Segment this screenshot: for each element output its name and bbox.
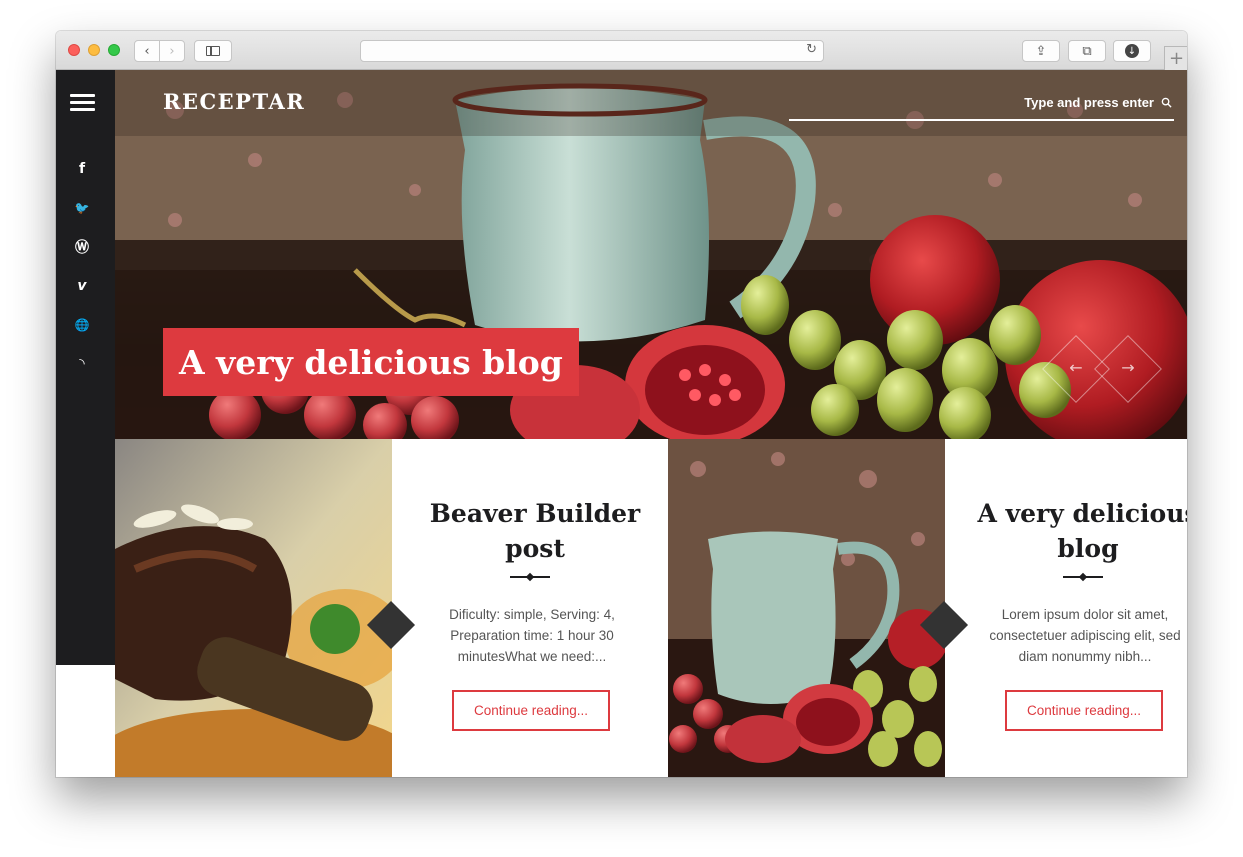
chevron-left-icon: ‹ (144, 43, 150, 59)
slider-prev-button[interactable]: ← (1042, 335, 1110, 403)
reload-icon[interactable]: ↻ (806, 42, 817, 57)
social-sidebar: f 🐦 Ⓦ v 🌐 ◝ (56, 70, 115, 665)
search-icon[interactable] (1161, 97, 1172, 108)
sidebar-toggle-button[interactable] (194, 40, 232, 62)
site-logo[interactable]: RECEPTAR (163, 89, 305, 114)
slider-next-button[interactable]: → (1094, 335, 1162, 403)
chevron-right-icon: › (169, 43, 175, 59)
divider-ornament (525, 572, 535, 582)
post-title[interactable]: A very delicious blog (963, 496, 1187, 566)
forward-button[interactable]: › (159, 40, 185, 62)
post-excerpt: Dificulty: simple, Serving: 4, Preparati… (449, 607, 615, 664)
divider-ornament (1078, 572, 1088, 582)
minimize-window-button[interactable] (88, 44, 100, 56)
post-thumbnail[interactable] (668, 439, 945, 777)
download-icon: ↓ (1125, 44, 1139, 58)
back-button[interactable]: ‹ (134, 40, 160, 62)
browser-toolbar: ‹ › ↻ ⇪ ⧉ ↓ + (56, 31, 1187, 70)
facebook-icon[interactable]: f (72, 159, 92, 179)
post-card: A very delicious blog Lorem ipsum dolor … (945, 439, 1187, 777)
continue-reading-button[interactable]: Continue reading... (1005, 690, 1163, 731)
tabs-icon: ⧉ (1082, 43, 1092, 59)
sidebar-icon (206, 46, 220, 56)
downloads-button[interactable]: ↓ (1113, 40, 1151, 62)
post-excerpt: Lorem ipsum dolor sit amet, consectetuer… (989, 607, 1181, 664)
post-card: Beaver Builder post Dificulty: simple, S… (392, 439, 668, 777)
rss-icon[interactable]: ◝ (72, 354, 92, 374)
twitter-icon[interactable]: 🐦 (72, 198, 92, 218)
search-input[interactable] (854, 95, 1154, 110)
post-thumbnail-image (115, 439, 392, 777)
new-tab-button[interactable]: + (1164, 46, 1187, 70)
share-icon: ⇪ (1035, 43, 1047, 59)
close-window-button[interactable] (68, 44, 80, 56)
globe-icon[interactable]: 🌐 (72, 315, 92, 335)
hamburger-menu-icon[interactable] (70, 94, 95, 114)
post-title[interactable]: Beaver Builder post (410, 496, 660, 566)
continue-reading-button[interactable]: Continue reading... (452, 690, 610, 731)
address-bar[interactable]: ↻ (360, 40, 824, 62)
zoom-window-button[interactable] (108, 44, 120, 56)
post-thumbnail[interactable] (115, 439, 392, 777)
hero-title[interactable]: A very delicious blog (163, 328, 579, 396)
share-button[interactable]: ⇪ (1022, 40, 1060, 62)
arrow-left-icon: ← (1069, 358, 1083, 377)
browser-window: ‹ › ↻ ⇪ ⧉ ↓ + f 🐦 Ⓦ v 🌐 ◝ RECEPTAR Type … (56, 31, 1187, 777)
post-list: Beaver Builder post Dificulty: simple, S… (115, 439, 1187, 777)
wordpress-icon[interactable]: Ⓦ (72, 237, 92, 257)
search-form (789, 94, 1174, 121)
page-content: f 🐦 Ⓦ v 🌐 ◝ RECEPTAR Type and press ente… (56, 70, 1187, 777)
post-thumbnail-image (668, 439, 945, 777)
arrow-right-icon: → (1121, 358, 1135, 377)
hero-slider: RECEPTAR A very delicious blog ← → (115, 70, 1187, 439)
tab-overview-button[interactable]: ⧉ (1068, 40, 1106, 62)
vimeo-icon[interactable]: v (72, 276, 92, 296)
